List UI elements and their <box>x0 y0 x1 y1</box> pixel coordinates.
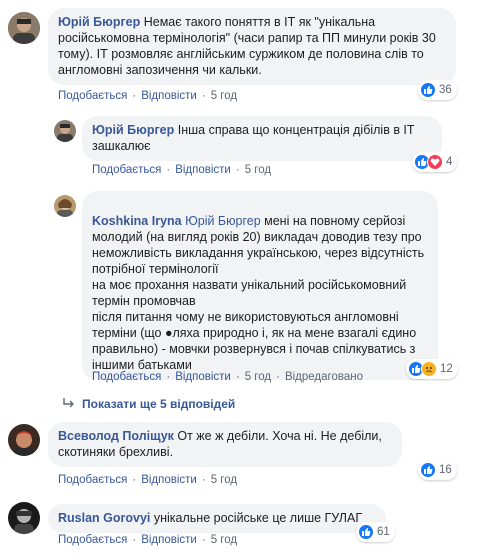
reaction-summary[interactable]: 12 <box>406 359 458 379</box>
reply-link[interactable]: Відповісти <box>175 164 231 176</box>
timestamp[interactable]: 5 год <box>245 371 271 383</box>
like-icon <box>420 82 436 98</box>
timestamp[interactable]: 5 год <box>245 164 271 176</box>
reaction-count: 61 <box>377 526 390 538</box>
comment-bubble: Юрій Бюргер Немає такого поняття в ІТ як… <box>48 8 456 85</box>
comment-bubble: Ruslan Gorovyi унікальне російське це ли… <box>48 504 386 533</box>
timestamp[interactable]: 5 год <box>211 474 237 486</box>
separator: · <box>235 371 240 383</box>
reaction-count: 36 <box>439 84 452 96</box>
comment-vsevolod: Всеволод Поліщук От же ж дебіли. Хоча ні… <box>0 418 488 500</box>
comment-bubble: Всеволод Поліщук От же ж дебіли. Хоча ні… <box>48 422 402 467</box>
reply-link[interactable]: Відповісти <box>175 371 231 383</box>
like-icon <box>420 462 436 478</box>
mention-link[interactable]: Юрій Бюргер <box>185 214 261 228</box>
reaction-summary[interactable]: 4 <box>412 152 458 172</box>
comment-author[interactable]: Koshkina Iryna <box>92 214 182 228</box>
reaction-count: 16 <box>439 464 452 476</box>
reaction-summary[interactable]: 61 <box>356 522 395 542</box>
comment-yurii-1: Юрій Бюргер Немає такого поняття в ІТ як… <box>0 0 488 110</box>
comment-yurii-2: Юрій Бюргер Інша справа що концентрація … <box>0 110 488 185</box>
like-icon <box>358 524 374 540</box>
comment-author[interactable]: Ruslan Gorovyi <box>58 511 150 525</box>
reaction-summary[interactable]: 16 <box>418 460 457 480</box>
reply-arrow-icon <box>63 398 74 408</box>
reply-link[interactable]: Відповісти <box>141 534 197 546</box>
like-link[interactable]: Подобається <box>92 164 161 176</box>
comment-actions: Подобається · Відповісти · 5 год <box>58 90 237 102</box>
comment-author[interactable]: Юрій Бюргер <box>58 15 140 29</box>
reply-link[interactable]: Відповісти <box>141 474 197 486</box>
avatar[interactable] <box>8 502 40 534</box>
separator: · <box>166 164 171 176</box>
avatar[interactable] <box>8 424 40 456</box>
like-link[interactable]: Подобається <box>58 534 127 546</box>
separator: · <box>201 90 206 102</box>
comment-text: мені на повному серйозі молодий (на вигл… <box>92 214 425 372</box>
edited-label[interactable]: Відредаговано <box>285 371 363 383</box>
comment-author[interactable]: Всеволод Поліщук <box>58 429 174 443</box>
avatar-image <box>8 502 40 534</box>
like-link[interactable]: Подобається <box>58 474 127 486</box>
avatar[interactable] <box>54 120 76 142</box>
love-icon <box>427 154 443 170</box>
reply-link[interactable]: Відповісти <box>141 90 197 102</box>
comment-ruslan: Ruslan Gorovyi унікальне російське це ли… <box>0 500 488 560</box>
separator: · <box>132 534 137 546</box>
sad-icon <box>421 361 437 377</box>
avatar[interactable] <box>8 12 40 44</box>
reaction-count: 12 <box>440 363 453 375</box>
comment-actions: Подобається · Відповісти · 5 год <box>58 474 237 486</box>
timestamp[interactable]: 5 год <box>211 90 237 102</box>
show-more-replies[interactable]: Показати ще 5 відповідей <box>62 397 235 411</box>
comment-actions: Подобається · Відповісти · 5 год <box>58 534 237 546</box>
comment-actions: Подобається · Відповісти · 5 год <box>92 164 271 176</box>
reaction-summary[interactable]: 36 <box>418 80 457 100</box>
avatar[interactable] <box>54 195 76 217</box>
like-link[interactable]: Подобається <box>92 371 161 383</box>
avatar-image <box>54 120 76 142</box>
like-link[interactable]: Подобається <box>58 90 127 102</box>
separator: · <box>235 164 240 176</box>
separator: · <box>276 371 280 383</box>
avatar-image <box>8 424 40 456</box>
comment-bubble: Юрій Бюргер Інша справа що концентрація … <box>82 116 442 161</box>
comment-author[interactable]: Юрій Бюргер <box>92 123 174 137</box>
timestamp[interactable]: 5 год <box>211 534 237 546</box>
separator: · <box>166 371 171 383</box>
separator: · <box>201 474 206 486</box>
comment-koshkina: Koshkina Iryna Юрій Бюргер мені на повно… <box>0 185 488 385</box>
separator: · <box>132 474 137 486</box>
show-more-replies-label: Показати ще 5 відповідей <box>82 397 236 411</box>
avatar-image <box>8 12 40 44</box>
separator: · <box>201 534 206 546</box>
comment-actions: Подобається · Відповісти · 5 год · Відредагова… <box>92 371 363 383</box>
avatar-image <box>54 195 76 217</box>
comment-bubble: Koshkina Iryna Юрій Бюргер мені на повно… <box>82 191 438 380</box>
comment-text: унікальне російське це лише ГУЛАГ <box>153 511 363 525</box>
separator: · <box>132 90 137 102</box>
reaction-count: 4 <box>446 156 453 168</box>
